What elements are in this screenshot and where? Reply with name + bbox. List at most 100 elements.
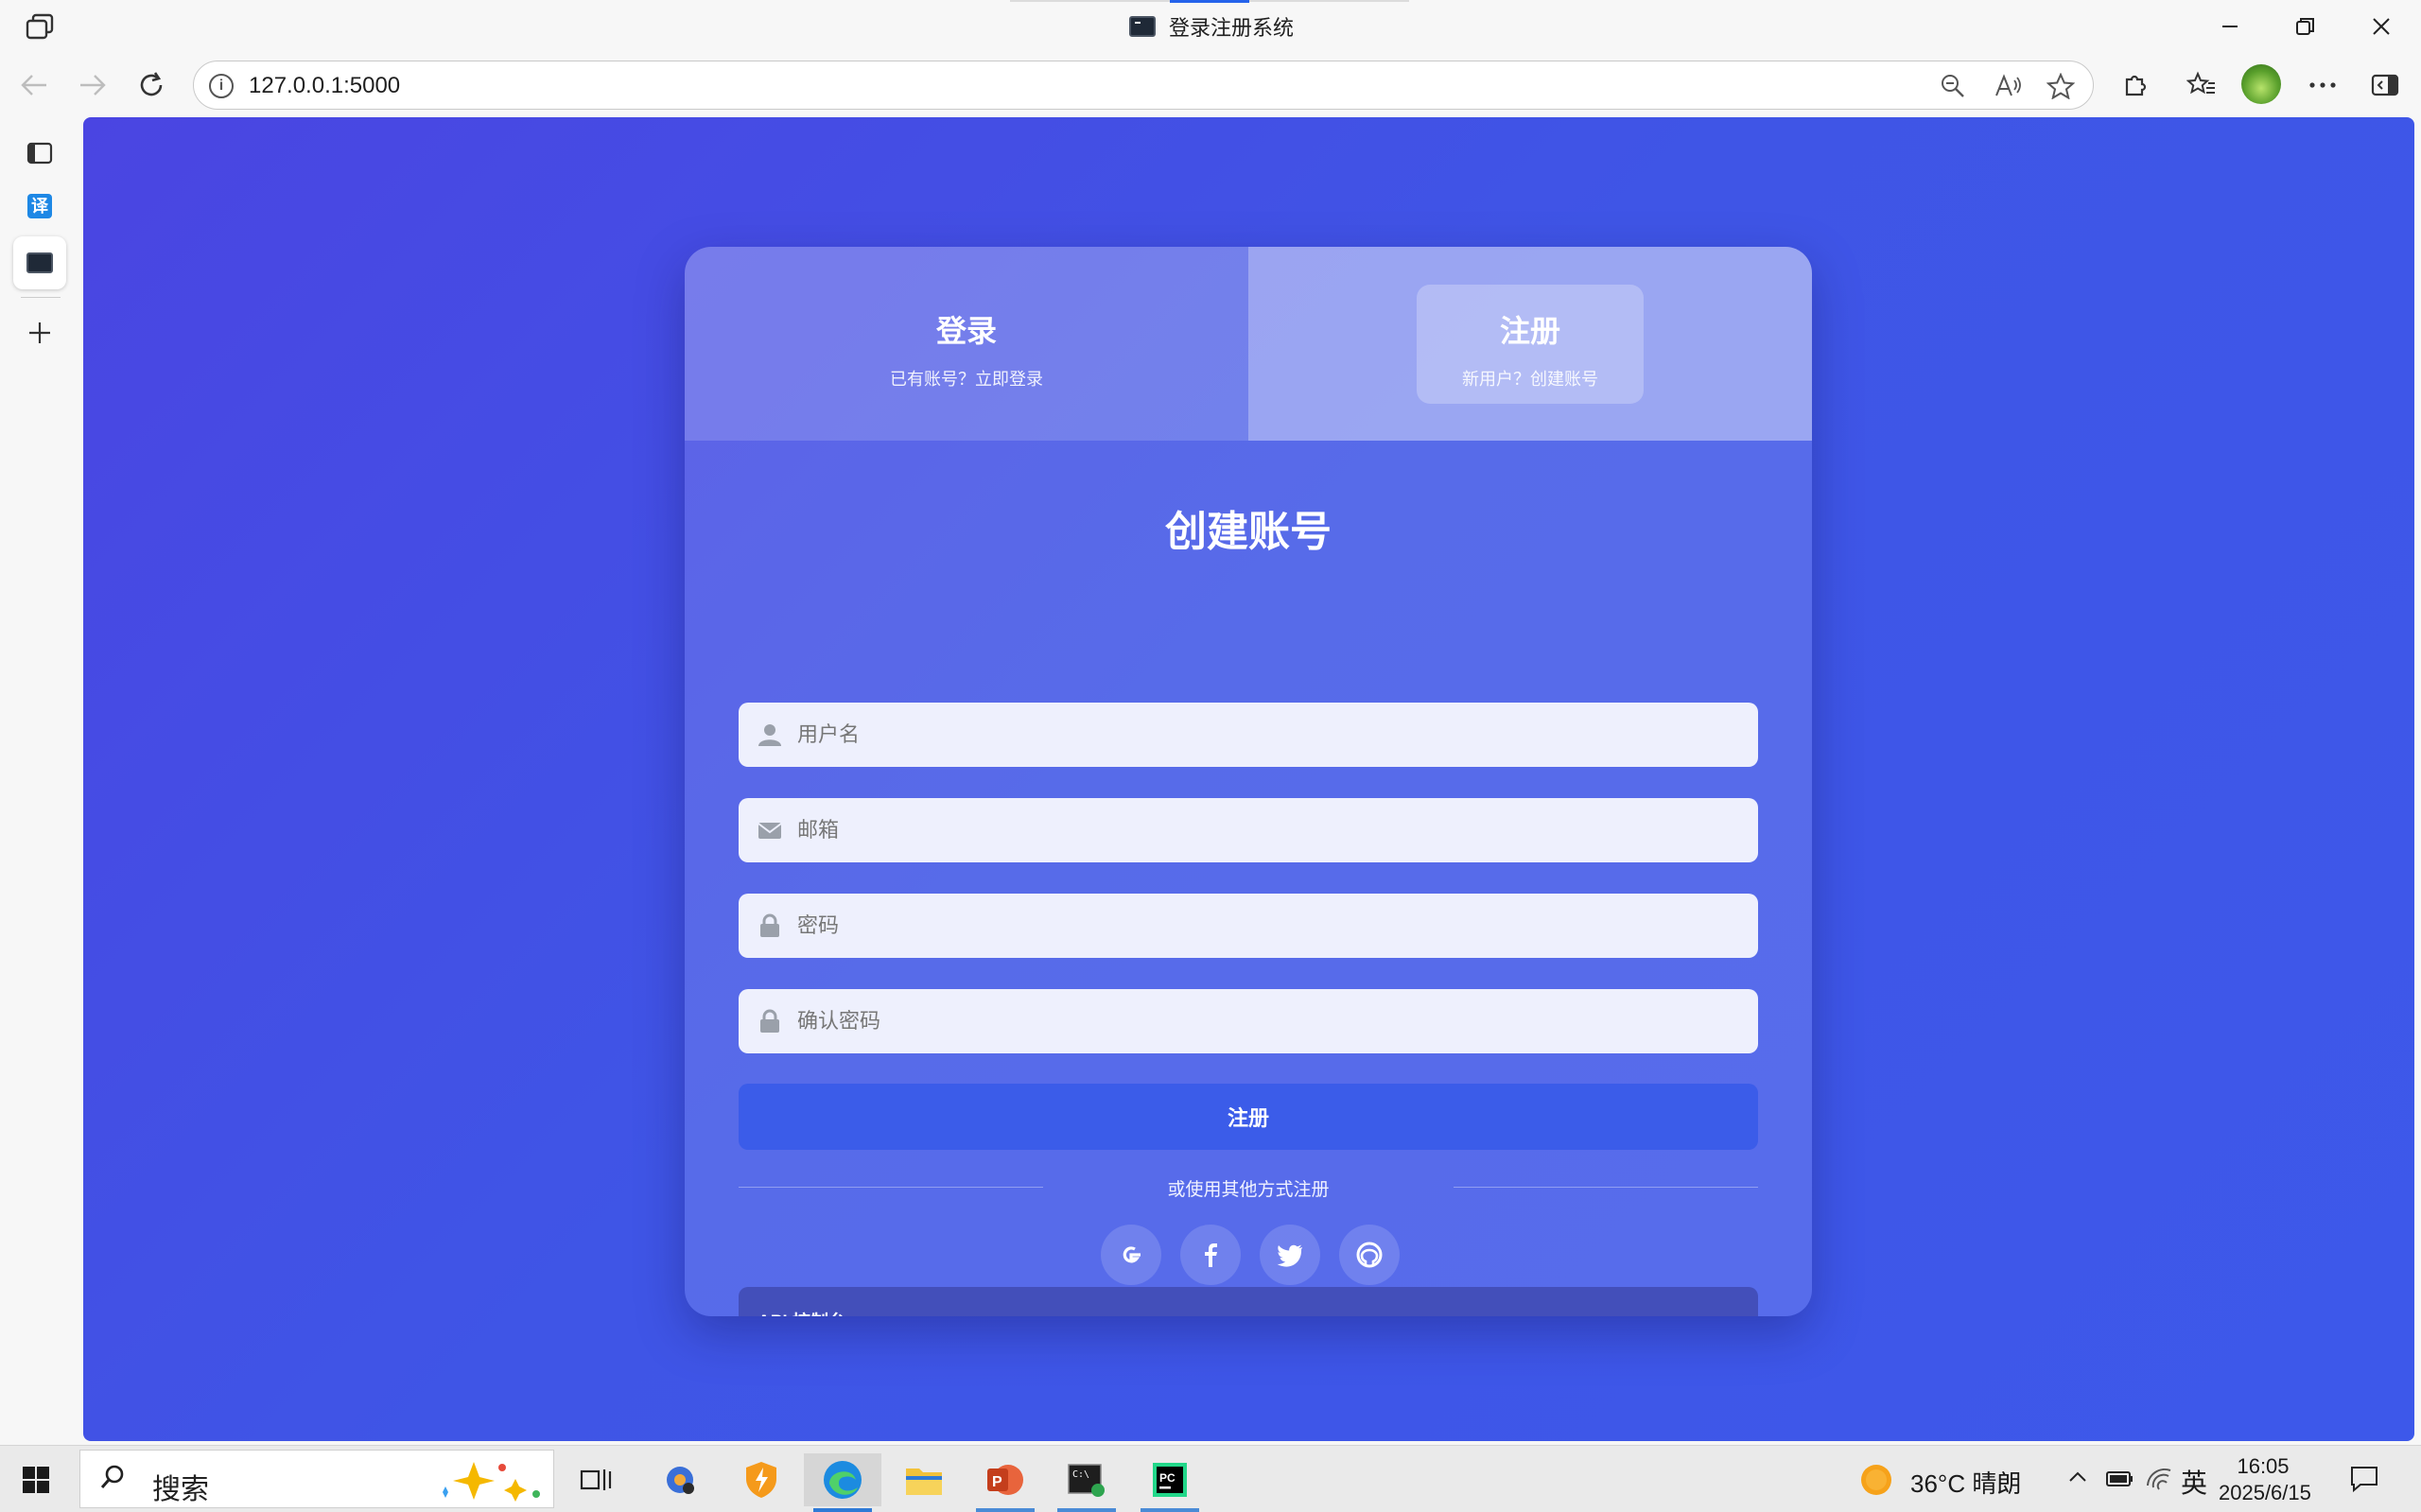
user-icon (758, 724, 781, 746)
taskbar-clock[interactable]: 16:05 2025/6/15 (2219, 1453, 2311, 1506)
forward-button[interactable] (72, 66, 113, 104)
task-view-button[interactable] (558, 1453, 636, 1506)
password-field[interactable] (739, 894, 1758, 958)
svg-text:P: P (992, 1474, 1002, 1490)
twitter-login-button[interactable] (1260, 1225, 1320, 1285)
running-indicator (976, 1508, 1035, 1512)
wifi-icon[interactable] (2145, 1467, 2173, 1491)
favorites-list-icon (2186, 71, 2215, 95)
minimize-icon (2222, 26, 2238, 27)
back-arrow-icon (21, 75, 46, 96)
username-field[interactable] (739, 703, 1758, 767)
tab-login-title: 登录 (935, 314, 997, 348)
site-info-icon[interactable]: i (209, 74, 234, 98)
auth-tabs: 登录 已有账号？立即登录 注册 新用户？创建账号 (685, 247, 1812, 441)
refresh-button[interactable] (131, 66, 172, 104)
folder-icon (906, 1469, 942, 1495)
email-input[interactable] (797, 798, 1733, 862)
address-bar[interactable]: i 127.0.0.1:5000 (193, 61, 2094, 110)
edge-browser-icon (824, 1461, 862, 1499)
tab-login-inner: 登录 已有账号？立即登录 (853, 285, 1080, 404)
show-hidden-icons-chevron-icon[interactable] (2067, 1469, 2088, 1486)
tab-register-inner: 注册 新用户？创建账号 (1417, 285, 1644, 404)
vertical-tabs-sidebar: 译 (0, 117, 83, 1445)
close-button[interactable] (2359, 9, 2404, 43)
more-options-button[interactable] (2302, 66, 2343, 104)
running-indicator (1141, 1508, 1199, 1512)
plus-icon (29, 322, 50, 343)
pycharm-icon: PC (1153, 1463, 1187, 1497)
google-login-button[interactable] (1101, 1225, 1161, 1285)
more-dots-icon (2309, 82, 2336, 88)
active-app-indicator (813, 1508, 872, 1512)
terminal-favicon-icon (1129, 16, 1156, 37)
github-login-button[interactable] (1339, 1225, 1400, 1285)
window-title: 登录注册系统 (1129, 11, 1294, 42)
profile-avatar[interactable] (2241, 64, 2281, 104)
start-button[interactable] (23, 1467, 49, 1493)
auth-card: 登录 已有账号？立即登录 注册 新用户？创建账号 创建账号 用户名 邮箱 注册 … (685, 247, 1812, 1316)
restore-button[interactable] (2283, 9, 2328, 43)
translate-tab[interactable]: 译 (13, 180, 66, 233)
weather-sun-icon (1861, 1465, 1891, 1495)
battery-icon[interactable] (2105, 1467, 2135, 1489)
taskbar-app-pycharm[interactable]: PC (1131, 1453, 1209, 1512)
zoom-out-icon[interactable] (1936, 71, 1970, 101)
email-field[interactable] (739, 798, 1758, 862)
command-prompt-icon: C:\ (1068, 1464, 1105, 1497)
new-tab-button[interactable] (13, 306, 66, 359)
weather-text[interactable]: 36°C 晴朗 (1910, 1465, 2021, 1500)
register-submit-button[interactable]: 注册 (739, 1084, 1758, 1150)
copilot-sparkle-icon (443, 1462, 540, 1502)
favorite-star-icon[interactable] (2044, 71, 2078, 101)
taskbar-search-box[interactable]: 搜索 (79, 1450, 554, 1508)
window-title-text: 登录注册系统 (1169, 16, 1295, 40)
active-tab-indicator (1170, 0, 1249, 3)
favorites-button[interactable] (2181, 66, 2222, 104)
taskbar-app-settings-tool[interactable] (641, 1453, 719, 1506)
read-aloud-icon[interactable] (1991, 71, 2025, 101)
running-indicator (1057, 1508, 1116, 1512)
url-text[interactable]: 127.0.0.1:5000 (249, 73, 400, 99)
windows-logo-icon (23, 1467, 35, 1479)
input-method-indicator[interactable]: 英 (2181, 1463, 2207, 1501)
taskbar-app-security[interactable] (723, 1453, 800, 1506)
sidebar-divider (21, 297, 61, 298)
tab-actions-button[interactable] (13, 127, 66, 180)
form-title: 创建账号 (1165, 509, 1332, 555)
page-viewport: 登录 已有账号？立即登录 注册 新用户？创建账号 创建账号 用户名 邮箱 注册 … (83, 117, 2414, 1441)
notification-center-icon[interactable] (2349, 1465, 2379, 1493)
clock-time: 16:05 (2237, 1454, 2290, 1478)
taskbar-app-file-explorer[interactable] (885, 1453, 963, 1506)
envelope-icon (758, 823, 782, 839)
taskbar-app-terminal[interactable]: C:\ (1048, 1453, 1125, 1512)
tab-login-subtitle: 已有账号？立即登录 (890, 370, 1043, 389)
confirm-password-field[interactable] (739, 989, 1758, 1053)
navigation-bar: i 127.0.0.1:5000 (0, 53, 2421, 117)
minimize-button[interactable] (2207, 9, 2253, 43)
puzzle-icon (2125, 75, 2147, 96)
tab-register-subtitle: 新用户？创建账号 (1462, 370, 1598, 389)
github-icon (1356, 1242, 1383, 1268)
twitter-icon (1277, 1244, 1302, 1267)
active-terminal-tab[interactable] (13, 236, 66, 289)
api-console-panel[interactable]: API 控制台 (739, 1287, 1758, 1316)
terminal-tab-icon (26, 252, 53, 273)
tab-register[interactable]: 注册 新用户？创建账号 (1248, 247, 1812, 441)
taskbar-app-edge[interactable] (804, 1453, 881, 1512)
username-input[interactable] (797, 703, 1733, 767)
svg-text:C:\: C:\ (1072, 1469, 1089, 1480)
facebook-login-button[interactable] (1180, 1225, 1241, 1285)
password-input[interactable] (797, 894, 1733, 958)
back-button[interactable] (13, 66, 55, 104)
extensions-button[interactable] (2115, 66, 2156, 104)
taskbar-app-powerpoint[interactable]: P (967, 1453, 1044, 1512)
confirm-password-input[interactable] (797, 989, 1733, 1053)
workspaces-icon[interactable] (25, 13, 55, 40)
tab-register-title: 注册 (1499, 314, 1560, 348)
shield-app-icon (746, 1462, 776, 1498)
taskbar: 搜索 P C:\ PC 36°C 晴朗 英 16:05 2025/6/15 (0, 1445, 2421, 1512)
lock-icon (760, 913, 779, 937)
sidebar-toggle-button[interactable] (2364, 66, 2406, 104)
tab-login[interactable]: 登录 已有账号？立即登录 (685, 247, 1248, 441)
